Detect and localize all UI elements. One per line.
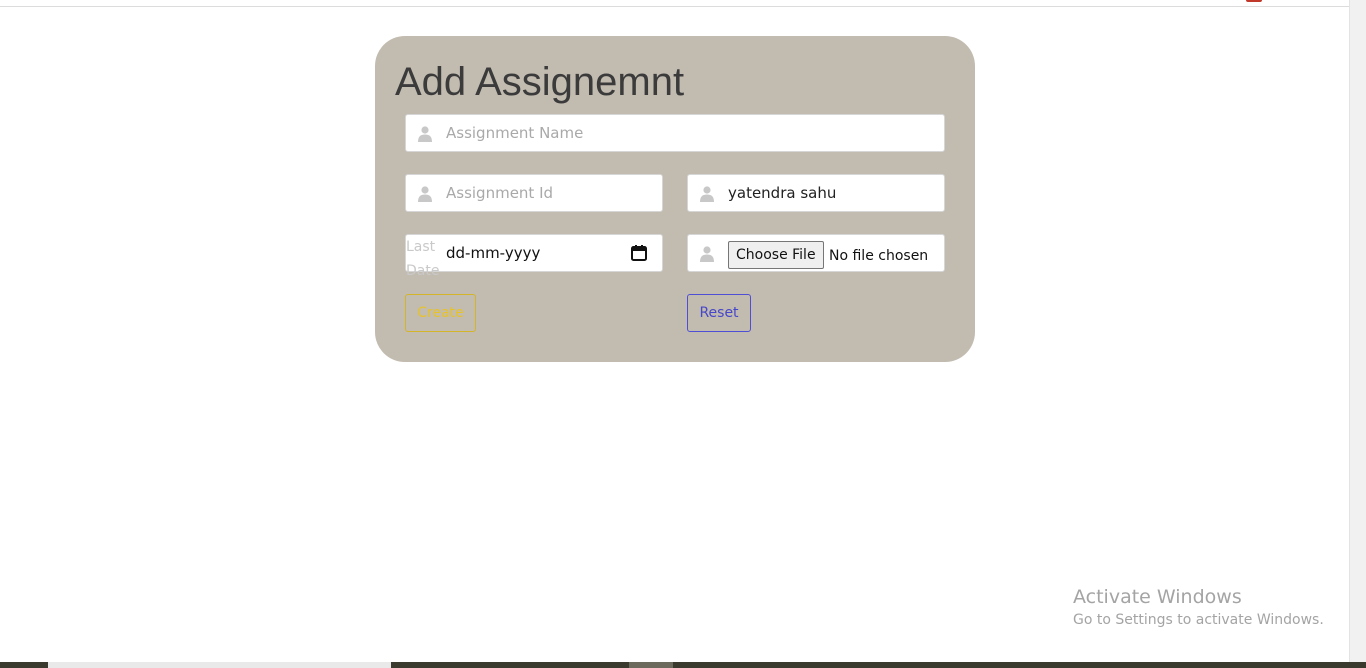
vertical-scrollbar[interactable] — [1349, 0, 1366, 662]
user-icon — [700, 246, 714, 262]
tab-indicator — [1246, 0, 1262, 2]
taskbar-strip — [0, 662, 1366, 668]
create-button[interactable]: Create — [405, 294, 476, 332]
watermark-subtitle: Go to Settings to activate Windows. — [1073, 612, 1324, 628]
user-icon — [418, 186, 432, 202]
user-icon — [700, 186, 714, 202]
user-icon — [418, 126, 432, 142]
add-assignment-card: Add Assignemnt Last Date dd-mm-yyyy — [375, 36, 975, 362]
teacher-name-input[interactable] — [728, 175, 938, 211]
assignment-id-input[interactable] — [446, 175, 656, 211]
calendar-icon[interactable] — [630, 244, 648, 262]
last-date-label: Last Date — [406, 239, 440, 279]
taskbar-segment — [48, 662, 391, 668]
assignment-name-input[interactable] — [446, 115, 936, 151]
assignment-name-field — [405, 114, 945, 152]
taskbar-segment — [629, 662, 673, 668]
choose-file-button[interactable]: Choose File — [728, 241, 824, 269]
file-upload-field: Choose File No file chosen — [687, 234, 945, 272]
browser-top-edge — [0, 0, 1349, 7]
no-file-chosen-text: No file chosen — [829, 248, 929, 264]
assignment-id-field — [405, 174, 663, 212]
page-title: Add Assignemnt — [395, 60, 685, 104]
last-date-field[interactable]: Last Date dd-mm-yyyy — [405, 234, 663, 279]
activate-windows-watermark: Activate Windows Go to Settings to activ… — [1073, 585, 1324, 631]
reset-button[interactable]: Reset — [687, 294, 751, 332]
teacher-name-field — [687, 174, 945, 212]
watermark-title: Activate Windows — [1073, 586, 1242, 608]
date-input-value[interactable]: dd-mm-yyyy — [446, 244, 540, 262]
